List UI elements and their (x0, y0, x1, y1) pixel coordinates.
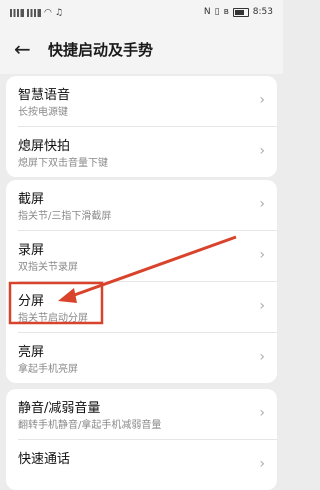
item-subtitle: 熄屏下双击音量下键 (18, 158, 108, 169)
battery-icon (232, 7, 249, 17)
chevron-right-icon: › (259, 247, 265, 263)
settings-group-2: 截屏 指关节/三指下滑截屏 › 录屏 双指关节录屏 › 分屏 指关节启动分屏 ›… (6, 180, 277, 383)
list-item-quick-call[interactable]: 快速通话 › (6, 440, 277, 490)
chevron-right-icon: › (259, 456, 265, 472)
status-left: ◠ ♫ (10, 8, 63, 18)
item-subtitle: 指关节启动分屏 (18, 313, 88, 324)
list-item-smart-voice[interactable]: 智慧语音 长按电源键 › (6, 76, 277, 126)
item-title: 快速通话 (18, 452, 71, 467)
status-right: N ▯ ʙ 8:53 (204, 7, 273, 17)
chevron-right-icon: › (259, 298, 265, 314)
header: ← 快捷启动及手势 (0, 26, 283, 74)
list-item-split-screen[interactable]: 分屏 指关节启动分屏 › (6, 282, 277, 332)
list-item-screenshot[interactable]: 截屏 指关节/三指下滑截屏 › (6, 180, 277, 230)
vibrate-icon: ▯ (214, 7, 220, 17)
status-time: 8:53 (252, 7, 273, 17)
music-icon: ♫ (54, 8, 63, 18)
back-arrow-icon[interactable]: ← (14, 38, 36, 60)
chevron-right-icon: › (259, 349, 265, 365)
item-title: 静音/减弱音量 (18, 401, 101, 416)
item-subtitle: 长按电源键 (18, 107, 68, 118)
item-title: 智慧语音 (18, 88, 71, 103)
bluetooth-icon: ʙ (223, 7, 229, 17)
list-item-quick-snap[interactable]: 熄屏快拍 熄屏下双击音量下键 › (6, 127, 277, 177)
settings-group-3: 静音/减弱音量 翻转手机静音/拿起手机减弱音量 › 快速通话 › (6, 389, 277, 490)
item-subtitle: 双指关节录屏 (18, 262, 78, 273)
item-subtitle: 拿起手机亮屏 (18, 364, 78, 375)
chevron-right-icon: › (259, 143, 265, 159)
settings-group-1: 智慧语音 长按电源键 › 熄屏快拍 熄屏下双击音量下键 › (6, 76, 277, 177)
chevron-right-icon: › (259, 405, 265, 421)
signal-icon (27, 9, 41, 17)
item-title: 录屏 (18, 243, 45, 258)
list-item-wake-screen[interactable]: 亮屏 拿起手机亮屏 › (6, 333, 277, 383)
item-title: 亮屏 (18, 345, 45, 360)
nfc-icon: N (203, 7, 211, 17)
status-bar: ◠ ♫ N ▯ ʙ 8:53 (0, 0, 283, 26)
item-title: 截屏 (18, 192, 45, 207)
list-item-mute[interactable]: 静音/减弱音量 翻转手机静音/拿起手机减弱音量 › (6, 389, 277, 439)
page-title: 快捷启动及手势 (48, 41, 154, 59)
chevron-right-icon: › (259, 92, 265, 108)
item-title: 分屏 (18, 294, 45, 309)
wifi-icon: ◠ (44, 8, 52, 18)
chevron-right-icon: › (259, 196, 265, 212)
item-title: 熄屏快拍 (18, 139, 71, 154)
item-subtitle: 翻转手机静音/拿起手机减弱音量 (18, 420, 162, 431)
item-subtitle: 指关节/三指下滑截屏 (18, 211, 112, 222)
list-item-screen-record[interactable]: 录屏 双指关节录屏 › (6, 231, 277, 281)
signal-icon (10, 9, 24, 17)
